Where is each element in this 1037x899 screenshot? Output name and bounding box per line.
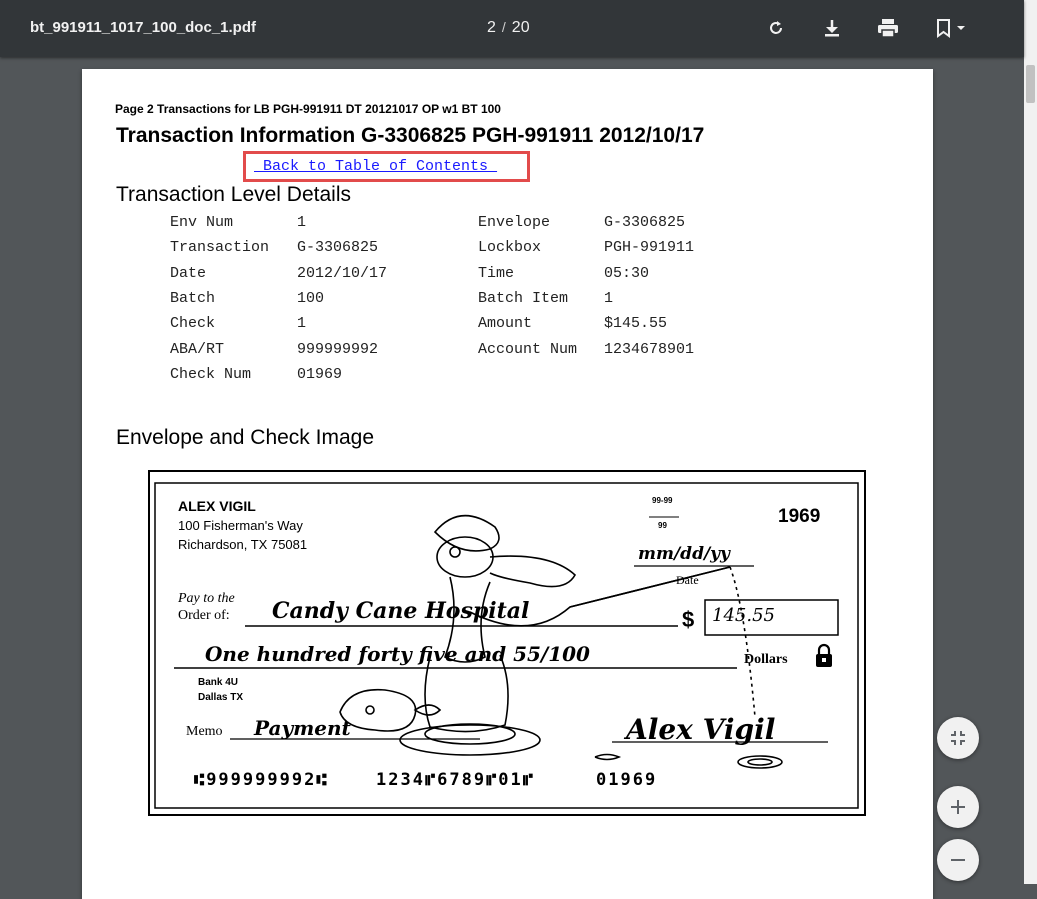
memo-value: Payment	[254, 716, 351, 740]
signature: Alex Vigil	[626, 713, 776, 746]
minus-icon	[951, 859, 965, 861]
total-pages: 20	[511, 19, 530, 36]
routing-fraction-bottom: 99	[658, 521, 667, 530]
rotate-icon[interactable]	[764, 16, 788, 40]
routing-fraction-top: 99-99	[652, 496, 673, 505]
zoom-out-button[interactable]	[937, 839, 979, 881]
download-icon[interactable]	[820, 16, 844, 40]
page-header: Page 2 Transactions for LB PGH-991911 DT…	[115, 102, 501, 116]
amount-box-value: 145.55	[712, 605, 775, 626]
current-page-input[interactable]: 2	[487, 19, 496, 36]
scrollbar-thumb[interactable]	[1026, 65, 1035, 103]
file-name: bt_991911_1017_100_doc_1.pdf	[30, 19, 256, 36]
scrollbar[interactable]	[1024, 0, 1037, 884]
check-number: 1969	[778, 506, 821, 527]
payee-name: Candy Cane Hospital	[272, 598, 530, 624]
memo-label: Memo	[186, 724, 223, 739]
payer-address-line1: 100 Fisherman's Way	[178, 518, 303, 533]
payer-address-line2: Richardson, TX 75081	[178, 537, 308, 552]
fit-page-icon	[951, 731, 965, 745]
amount-in-words: One hundred forty five and 55/100	[205, 642, 590, 666]
check-date: mm/dd/yy	[638, 544, 730, 564]
lock-icon	[816, 643, 832, 667]
print-icon[interactable]	[876, 16, 900, 40]
back-to-toc-link[interactable]: Back to Table of Contents	[254, 158, 497, 175]
plus-icon	[951, 800, 965, 814]
micr-account: 1234⑈6789⑈01⑈	[376, 770, 535, 790]
zoom-in-button[interactable]	[937, 786, 979, 828]
dollars-label: Dollars	[744, 652, 788, 667]
dollar-sign: $	[682, 607, 695, 632]
micr-check-number: 01969	[596, 770, 658, 790]
transaction-title: Transaction Information G-3306825 PGH-99…	[116, 124, 705, 147]
bank-name: Bank 4U	[198, 677, 239, 688]
micr-routing: ⑆999999992⑆	[194, 770, 329, 790]
date-label: Date	[676, 573, 699, 587]
order-of-label: Order of:	[178, 608, 230, 623]
page-indicator: 2 / 20	[487, 19, 530, 37]
bookmark-icon[interactable]	[934, 16, 970, 40]
section-transaction-details: Transaction Level Details	[116, 183, 351, 206]
payer-name: ALEX VIGIL	[178, 498, 256, 514]
bank-city: Dallas TX	[198, 692, 244, 703]
pdf-toolbar: bt_991911_1017_100_doc_1.pdf 2 / 20	[0, 0, 1024, 57]
section-check-image: Envelope and Check Image	[116, 426, 374, 449]
pdf-page: Page 2 Transactions for LB PGH-991911 DT…	[82, 69, 933, 899]
pay-to-label: Pay to the	[178, 591, 235, 606]
check-image: ALEX VIGIL 100 Fisherman's Way Richardso…	[148, 470, 866, 816]
fit-to-page-button[interactable]	[937, 717, 979, 759]
page-separator: /	[501, 19, 506, 35]
